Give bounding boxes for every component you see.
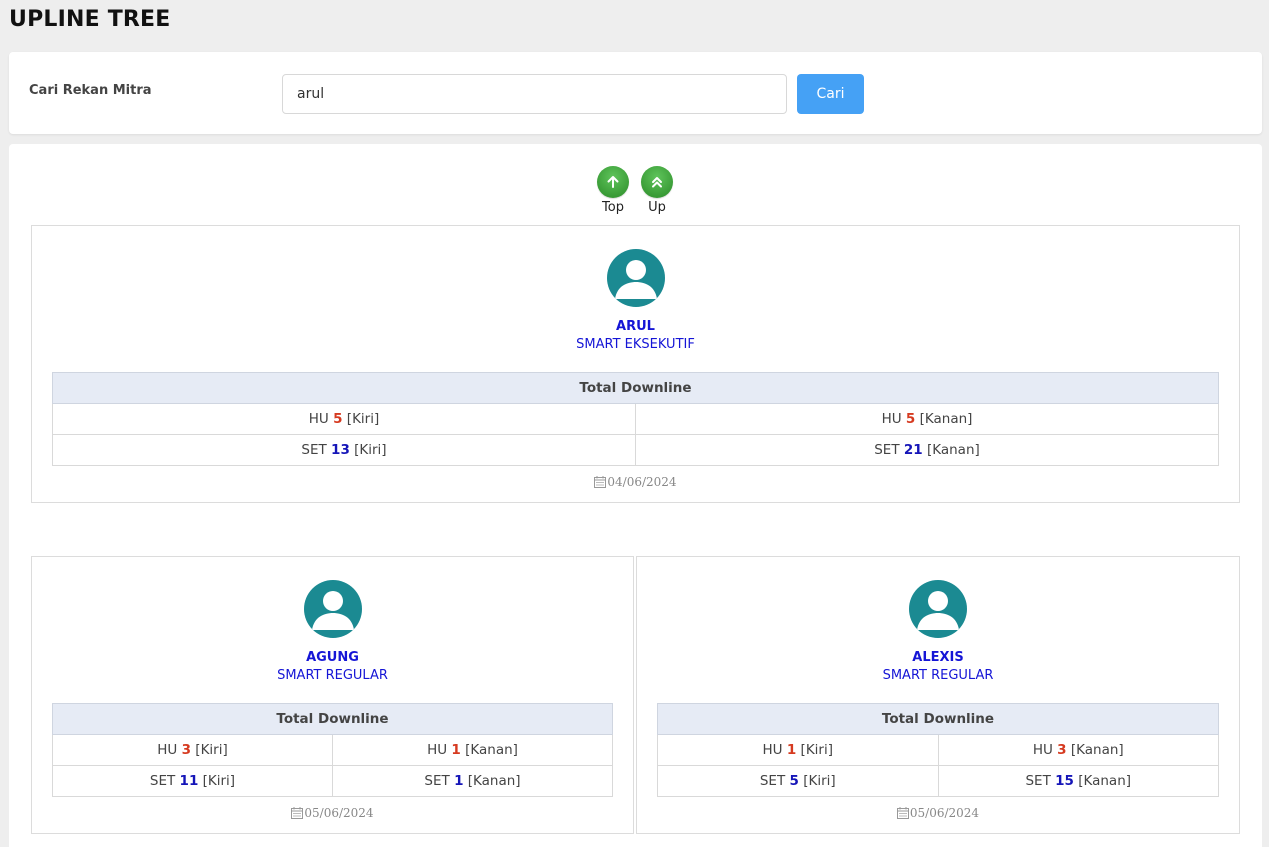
top-label: Top — [602, 200, 624, 215]
member-rank: SMART REGULAR — [882, 668, 994, 683]
member-name[interactable]: AGUNG — [32, 650, 633, 665]
search-input[interactable] — [282, 74, 787, 114]
downline-table: Total Downline HU 5 [Kiri] HU 5 [Kanan] … — [52, 372, 1219, 466]
set-left-cell: SET 5 [Kiri] — [657, 765, 939, 797]
table-header: Total Downline — [52, 372, 1219, 404]
arrow-up-icon — [597, 166, 629, 198]
search-label: Cari Rekan Mitra — [29, 83, 152, 98]
hu-right-cell: HU 3 [Kanan] — [937, 734, 1219, 766]
hu-left-cell: HU 3 [Kiri] — [52, 734, 333, 766]
set-right-cell: SET 21 [Kanan] — [635, 434, 1219, 466]
calendar-icon — [291, 807, 304, 822]
table-header: Total Downline — [52, 703, 613, 735]
hu-right-cell: HU 1 [Kanan] — [332, 734, 613, 766]
top-button[interactable]: Top — [588, 166, 638, 215]
calendar-icon — [896, 807, 909, 822]
downline-table: Total Downline HU 3 [Kiri] HU 1 [Kanan] … — [52, 703, 613, 797]
double-chevron-up-icon — [641, 166, 673, 198]
up-label: Up — [648, 200, 666, 215]
user-avatar-icon — [304, 580, 362, 638]
join-date: 05/06/2024 — [637, 806, 1239, 822]
calendar-icon — [594, 476, 607, 491]
search-card: Cari Rekan Mitra Cari — [9, 52, 1262, 134]
downline-table: Total Downline HU 1 [Kiri] HU 3 [Kanan] … — [657, 703, 1219, 797]
table-header: Total Downline — [657, 703, 1219, 735]
tree-node-left[interactable]: AGUNG SMART REGULAR Total Downline HU 3 … — [31, 556, 634, 834]
search-button[interactable]: Cari — [797, 74, 864, 114]
member-name[interactable]: ARUL — [32, 319, 1239, 334]
set-right-cell: SET 1 [Kanan] — [332, 765, 613, 797]
member-rank: SMART EKSEKUTIF — [576, 337, 695, 352]
tree-node-right[interactable]: ALEXIS SMART REGULAR Total Downline HU 1… — [636, 556, 1240, 834]
set-left-cell: SET 13 [Kiri] — [52, 434, 636, 466]
hu-right-cell: HU 5 [Kanan] — [635, 403, 1219, 435]
set-left-cell: SET 11 [Kiri] — [52, 765, 333, 797]
tree-card: Top Up ARUL SMART EKSEKUTIF Total Downli… — [9, 144, 1262, 847]
set-right-cell: SET 15 [Kanan] — [937, 765, 1219, 797]
hu-left-cell: HU 1 [Kiri] — [657, 734, 939, 766]
page-title: UPLINE TREE — [9, 7, 171, 32]
up-button[interactable]: Up — [632, 166, 682, 215]
join-date: 04/06/2024 — [32, 475, 1239, 491]
hu-left-cell: HU 5 [Kiri] — [52, 403, 636, 435]
tree-node-root[interactable]: ARUL SMART EKSEKUTIF Total Downline HU 5… — [31, 225, 1240, 503]
user-avatar-icon — [607, 249, 665, 307]
join-date: 05/06/2024 — [32, 806, 633, 822]
user-avatar-icon — [909, 580, 967, 638]
member-name[interactable]: ALEXIS — [637, 650, 1239, 665]
member-rank: SMART REGULAR — [277, 668, 388, 683]
